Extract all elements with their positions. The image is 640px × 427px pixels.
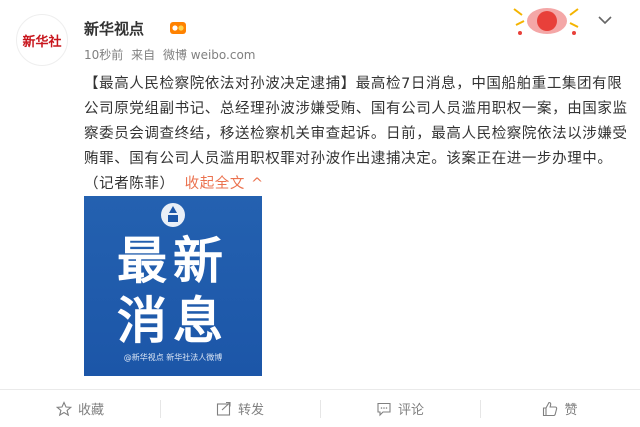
image-headline-line1: 最新 xyxy=(117,232,229,290)
comment-button[interactable]: 评论 xyxy=(320,390,480,427)
like-button[interactable]: 赞 xyxy=(480,390,640,427)
post-meta: 10秒前 来自 微博 weibo.com xyxy=(84,46,260,63)
repost-button[interactable]: 转发 xyxy=(160,390,320,427)
xinhua-logo-icon: 新华社 xyxy=(19,17,65,63)
image-headline-line2: 消息 xyxy=(117,292,229,350)
collapse-arrow-icon[interactable]: ^ xyxy=(251,176,264,192)
verified-badge-icon[interactable] xyxy=(169,20,187,36)
repost-label: 转发 xyxy=(237,403,264,418)
action-bar: 收藏 转发 评论 赞 xyxy=(0,390,640,427)
post-source[interactable]: 微博 weibo.com xyxy=(163,48,256,62)
chevron-down-icon[interactable] xyxy=(596,11,614,29)
news-image[interactable]: 最新 消息 @新华视点 新华社法人微博 xyxy=(84,196,262,376)
star-icon xyxy=(55,400,72,416)
account-name[interactable]: 新华视点 xyxy=(84,18,144,39)
celebration-sticker-icon xyxy=(513,8,579,35)
post-text-block: 【最高人民检察院依法对孙波决定逮捕】最高检7日消息，中国船舶重工集团有限公司原党… xyxy=(84,72,634,197)
collapse-button[interactable]: 收起全文 xyxy=(185,176,245,192)
like-label: 赞 xyxy=(564,403,578,418)
image-caption: @新华视点 新华社法人微博 xyxy=(123,353,223,362)
post-text: 【最高人民检察院依法对孙波决定逮捕】最高检7日消息，中国船舶重工集团有限公司原党… xyxy=(84,76,628,192)
post-time: 10秒前 xyxy=(84,48,124,62)
comment-label: 评论 xyxy=(397,403,424,418)
avatar-text: 新华社 xyxy=(22,34,61,50)
favorite-button[interactable]: 收藏 xyxy=(0,390,160,427)
avatar[interactable]: 新华社 xyxy=(16,14,68,66)
comment-icon xyxy=(377,402,391,416)
thumbs-up-icon xyxy=(543,401,558,416)
procuratorate-emblem-icon xyxy=(161,203,185,227)
favorite-label: 收藏 xyxy=(77,403,104,418)
share-icon xyxy=(216,401,231,416)
source-prefix: 来自 xyxy=(131,48,156,62)
